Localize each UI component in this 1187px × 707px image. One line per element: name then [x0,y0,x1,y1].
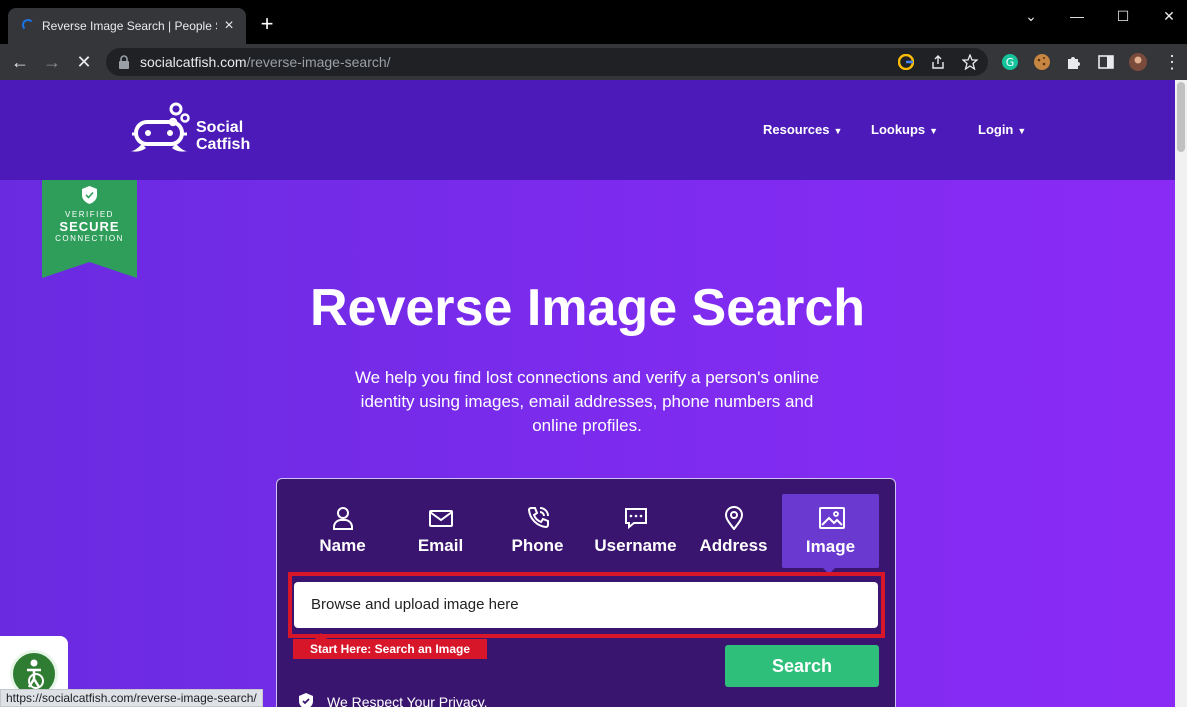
share-icon[interactable] [930,54,946,70]
tab-image-label: Image [805,537,856,556]
forward-icon[interactable]: → [40,50,64,74]
caret-down-icon: ▼ [1017,126,1027,136]
caret-down-icon: ▼ [833,126,843,136]
url-host: socialcatfish.com [140,54,247,70]
badge-text: VERIFIED SECURE CONNECTION [42,210,137,244]
web-page: Social Catfish Resources ▼ Lookups ▼ Login… [0,80,1175,707]
tab-username[interactable]: Username [587,494,684,568]
minimize-icon[interactable]: — [1062,6,1092,26]
person-icon [333,507,353,530]
tab-image[interactable]: Image [782,494,879,568]
google-icon[interactable] [898,54,914,70]
shield-check-icon [299,693,313,707]
tab-username-label: Username [594,536,677,555]
image-upload-field[interactable]: Browse and upload image here [294,582,878,628]
logo-line2: Catfish [196,136,251,153]
back-icon[interactable]: ← [8,50,32,74]
image-icon [819,507,845,529]
badge-line2: SECURE [59,219,120,234]
site-header: Social Catfish Resources ▼ Lookups ▼ Login… [0,80,1175,180]
tab-bar: Reverse Image Search | People Se × + ⌄ —… [0,0,1187,44]
loading-spinner-icon [22,19,34,31]
tab-title: Reverse Image Search | People Se [42,19,217,33]
page-scrollbar[interactable] [1175,80,1187,707]
cookie-icon[interactable] [1033,53,1051,71]
nav-lookups[interactable]: Lookups ▼ [871,122,938,137]
side-panel-icon[interactable] [1097,53,1115,71]
nav-login[interactable]: Login ▼ [978,122,1026,137]
badge-line3: CONNECTION [55,234,124,243]
close-window-icon[interactable]: ✕ [1154,6,1184,26]
extensions-puzzle-icon[interactable] [1065,53,1083,71]
new-tab-icon[interactable]: + [256,13,278,35]
map-pin-icon [724,506,744,530]
bookmark-star-icon[interactable] [962,54,978,70]
envelope-icon [429,510,453,527]
nav-login-label: Login [978,122,1014,137]
caret-down-icon: ▼ [929,126,939,136]
maximize-icon[interactable]: ☐ [1108,6,1138,26]
browser-toolbar: ← → ✕ socialcatfish.com/reverse-image-se… [0,44,1187,80]
search-button[interactable]: Search [725,645,879,687]
chat-bubble-icon [625,508,647,530]
lock-icon [119,55,129,69]
start-here-hint: Start Here: Search an Image [293,633,487,659]
address-bar[interactable]: socialcatfish.com/reverse-image-search/ [106,48,988,76]
logo-wordmark[interactable]: Social Catfish [196,119,250,153]
tab-phone-label: Phone [511,536,564,555]
nav-resources-label: Resources [763,122,830,137]
nav-lookups-label: Lookups [871,122,926,137]
social-catfish-logo-icon[interactable] [128,102,190,158]
tab-name[interactable]: Name [294,494,391,568]
scrollbar-thumb[interactable] [1177,82,1185,152]
page-subtitle: We help you find lost connections and ve… [354,368,820,435]
page-title: Reverse Image Search [309,279,865,337]
tab-phone[interactable]: Phone [489,494,586,568]
tab-name-label: Name [319,536,366,555]
tab-email[interactable]: Email [392,494,489,568]
tab-address-label: Address [699,536,768,555]
browser-tab[interactable]: Reverse Image Search | People Se × [8,8,246,44]
phone-icon [527,507,549,529]
browser-menu-icon[interactable]: ⋮ [1160,50,1184,74]
logo-line1: Social [196,119,244,136]
stop-loading-icon[interactable]: ✕ [72,50,96,74]
profile-avatar-icon[interactable] [1129,53,1147,71]
tab-email-label: Email [417,536,464,555]
url-path: /reverse-image-search/ [246,54,391,70]
close-tab-icon[interactable]: × [220,17,238,35]
nav-resources[interactable]: Resources ▼ [763,122,842,137]
link-status-bar: https://socialcatfish.com/reverse-image-… [0,689,263,707]
grammarly-icon[interactable]: G [1001,53,1019,71]
tab-search-icon[interactable]: ⌄ [1016,6,1046,26]
svg-text:G: G [1006,56,1015,69]
privacy-text: We Respect Your Privacy. [327,694,488,707]
tab-address[interactable]: Address [685,494,782,568]
